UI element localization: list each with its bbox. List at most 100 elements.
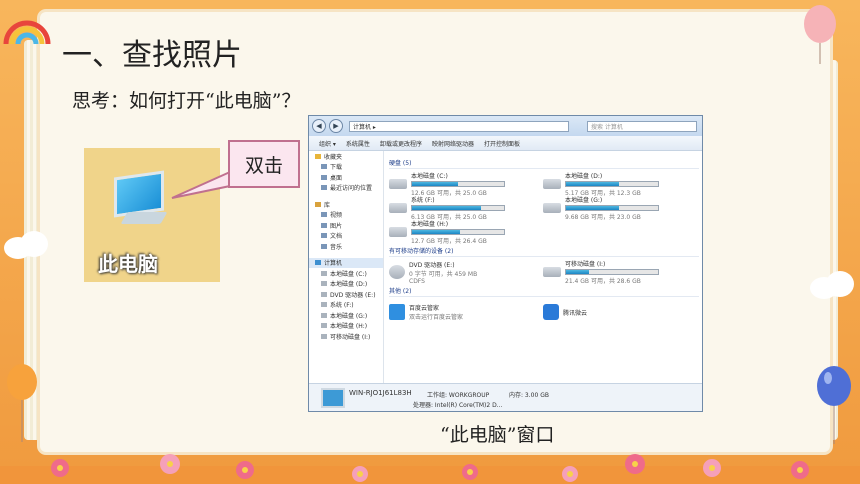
- nav-computer[interactable]: 计算机: [309, 257, 383, 268]
- drive-name: 可移动磁盘 (I:): [565, 261, 606, 268]
- nav-desktop[interactable]: 桌面: [309, 172, 383, 183]
- drive-filesystem: CDFS: [409, 277, 425, 285]
- nav-drive-g[interactable]: 本地磁盘 (G:): [309, 310, 383, 321]
- computer-icon: [315, 260, 321, 266]
- drive-tile[interactable]: 本地磁盘 (H:) 12.7 GB 可用，共 26.4 GB: [389, 220, 543, 245]
- other-tencent-weiyun[interactable]: 腾讯微云: [543, 300, 697, 324]
- nav-favorites[interactable]: 收藏夹: [309, 151, 383, 162]
- drive-usage-fill: [566, 182, 620, 186]
- drive-space: 12.7 GB 可用，共 26.4 GB: [411, 238, 487, 245]
- video-icon: [321, 212, 327, 218]
- drive-usage-fill: [566, 270, 589, 274]
- document-icon: [321, 233, 327, 239]
- nav-drive-i[interactable]: 可移动磁盘 (I:): [309, 331, 383, 342]
- group-header-hdd[interactable]: 硬盘 (5): [389, 156, 699, 169]
- map-network-drive-button[interactable]: 映射网络驱动器: [432, 139, 474, 148]
- window-caption: “此电脑”窗口: [440, 424, 555, 446]
- other-name: 百度云管家: [409, 305, 440, 312]
- baidu-cloud-icon: [389, 304, 405, 320]
- command-bar: 组织 ▾ 系统属性 卸载或更改程序 映射网络驱动器 打开控制面板: [309, 136, 702, 151]
- balloon-icon-left: [7, 364, 37, 442]
- drive-name: 本地磁盘 (H:): [411, 221, 449, 228]
- drive-usage-bar: [565, 269, 659, 275]
- this-pc-icon-label: 此电脑: [98, 252, 158, 276]
- drive-icon: [321, 302, 327, 308]
- drive-usage-bar: [565, 181, 659, 187]
- cloud-icon-right: [810, 271, 854, 299]
- hard-drive-icon: [543, 179, 561, 189]
- nav-music[interactable]: 音乐: [309, 241, 383, 252]
- nav-drive-c[interactable]: 本地磁盘 (C:): [309, 268, 383, 279]
- nav-drive-h[interactable]: 本地磁盘 (H:): [309, 321, 383, 332]
- hard-drive-icon: [389, 227, 407, 237]
- nav-drive-f[interactable]: 系统 (F:): [309, 300, 383, 311]
- double-click-callout: 双击: [228, 140, 300, 188]
- drive-usage-bar: [565, 205, 659, 211]
- drive-usage-bar: [411, 205, 505, 211]
- drive-icon: [321, 270, 327, 276]
- other-name: 腾讯微云: [563, 309, 588, 317]
- address-bar[interactable]: 计算机 ▸: [349, 120, 569, 132]
- drive-tile[interactable]: 系统 (F:) 6.13 GB 可用，共 25.0 GB: [389, 196, 543, 221]
- drive-usage-bar: [411, 229, 505, 235]
- balloon-icon-right: [817, 366, 851, 444]
- forward-button[interactable]: ▶: [329, 119, 343, 133]
- system-properties-button[interactable]: 系统属性: [346, 139, 370, 148]
- drive-tile[interactable]: 本地磁盘 (D:) 5.17 GB 可用，共 12.3 GB: [543, 172, 697, 197]
- computer-icon: [321, 388, 345, 408]
- star-icon: [315, 153, 321, 159]
- group-header-removable[interactable]: 有可移动存储的设备 (2): [389, 244, 699, 257]
- folder-icon: [321, 174, 327, 180]
- drive-dvd-e[interactable]: DVD 驱动器 (E:) 0 字节 可用，共 459 MB CDFS: [389, 260, 543, 285]
- drive-space: 21.4 GB 可用，共 28.6 GB: [565, 278, 641, 285]
- nav-videos[interactable]: 视频: [309, 210, 383, 221]
- group-header-other[interactable]: 其他 (2): [389, 284, 699, 297]
- nav-downloads[interactable]: 下载: [309, 162, 383, 173]
- other-baidu-cloud[interactable]: 百度云管家 双击运行百度云管家: [389, 300, 543, 324]
- uninstall-program-button[interactable]: 卸载或更改程序: [380, 139, 422, 148]
- back-button[interactable]: ◀: [312, 119, 326, 133]
- monitor-icon: [114, 170, 164, 218]
- drive-usage-fill: [412, 230, 460, 234]
- nav-libraries[interactable]: 库: [309, 199, 383, 210]
- nav-drive-d[interactable]: 本地磁盘 (D:): [309, 279, 383, 290]
- drive-tile[interactable]: 本地磁盘 (G:) 9.68 GB 可用，共 23.0 GB: [543, 196, 697, 221]
- rainbow-icon: [3, 20, 51, 45]
- navigation-pane: 收藏夹 下载 桌面 最近访问的位置 库 视频 图片 文档 音乐 计算机 本地磁盘…: [309, 151, 384, 383]
- organize-button[interactable]: 组织 ▾: [319, 139, 336, 148]
- nav-recent-places[interactable]: 最近访问的位置: [309, 183, 383, 194]
- drive-space: 9.68 GB 可用，共 23.0 GB: [565, 214, 641, 221]
- drive-name: 系统 (F:): [411, 197, 435, 204]
- drive-usage-fill: [566, 206, 620, 210]
- address-bar-row: ◀ ▶ 计算机 ▸ 搜索 计算机: [309, 116, 702, 136]
- weiyun-icon: [543, 304, 559, 320]
- drive-removable-i[interactable]: 可移动磁盘 (I:) 21.4 GB 可用，共 28.6 GB: [543, 260, 697, 285]
- usb-drive-icon: [543, 267, 561, 277]
- drive-tile[interactable]: 本地磁盘 (C:) 12.6 GB 可用，共 25.0 GB: [389, 172, 543, 197]
- nav-documents[interactable]: 文档: [309, 231, 383, 242]
- drive-name: DVD 驱动器 (E:): [409, 261, 455, 269]
- open-control-panel-button[interactable]: 打开控制面板: [484, 139, 520, 148]
- drive-usage-bar: [411, 181, 505, 187]
- address-text: 计算机 ▸: [353, 123, 376, 131]
- folder-icon: [321, 185, 327, 191]
- music-icon: [321, 243, 327, 249]
- drive-name: 本地磁盘 (C:): [411, 173, 448, 180]
- keyboard-icon: [120, 212, 168, 224]
- drive-space: 0 字节 可用，共 459 MB: [409, 270, 478, 278]
- hard-drive-icon: [543, 203, 561, 213]
- nav-drive-e[interactable]: DVD 驱动器 (E:): [309, 289, 383, 300]
- search-input[interactable]: 搜索 计算机: [587, 120, 697, 132]
- processor: 处理器: Intel(R) Core(TM)2 D...: [413, 402, 503, 409]
- this-pc-desktop-icon[interactable]: 此电脑: [84, 148, 220, 282]
- drive-name: 本地磁盘 (D:): [565, 173, 603, 180]
- usb-drive-icon: [321, 333, 327, 339]
- picture-icon: [321, 222, 327, 228]
- nav-pictures[interactable]: 图片: [309, 220, 383, 231]
- details-pane: WIN-RJO1J61L83H 工作组: WORKGROUP 内存: 3.00 …: [309, 383, 702, 411]
- drive-usage-fill: [412, 182, 458, 186]
- content-pane: 硬盘 (5) 本地磁盘 (C:) 12.6 GB 可用，共 25.0 GB 本地磁盘…: [389, 156, 699, 384]
- other-description: 双击运行百度云管家: [409, 314, 464, 321]
- search-placeholder: 搜索 计算机: [591, 123, 623, 131]
- drive-usage-fill: [412, 206, 481, 210]
